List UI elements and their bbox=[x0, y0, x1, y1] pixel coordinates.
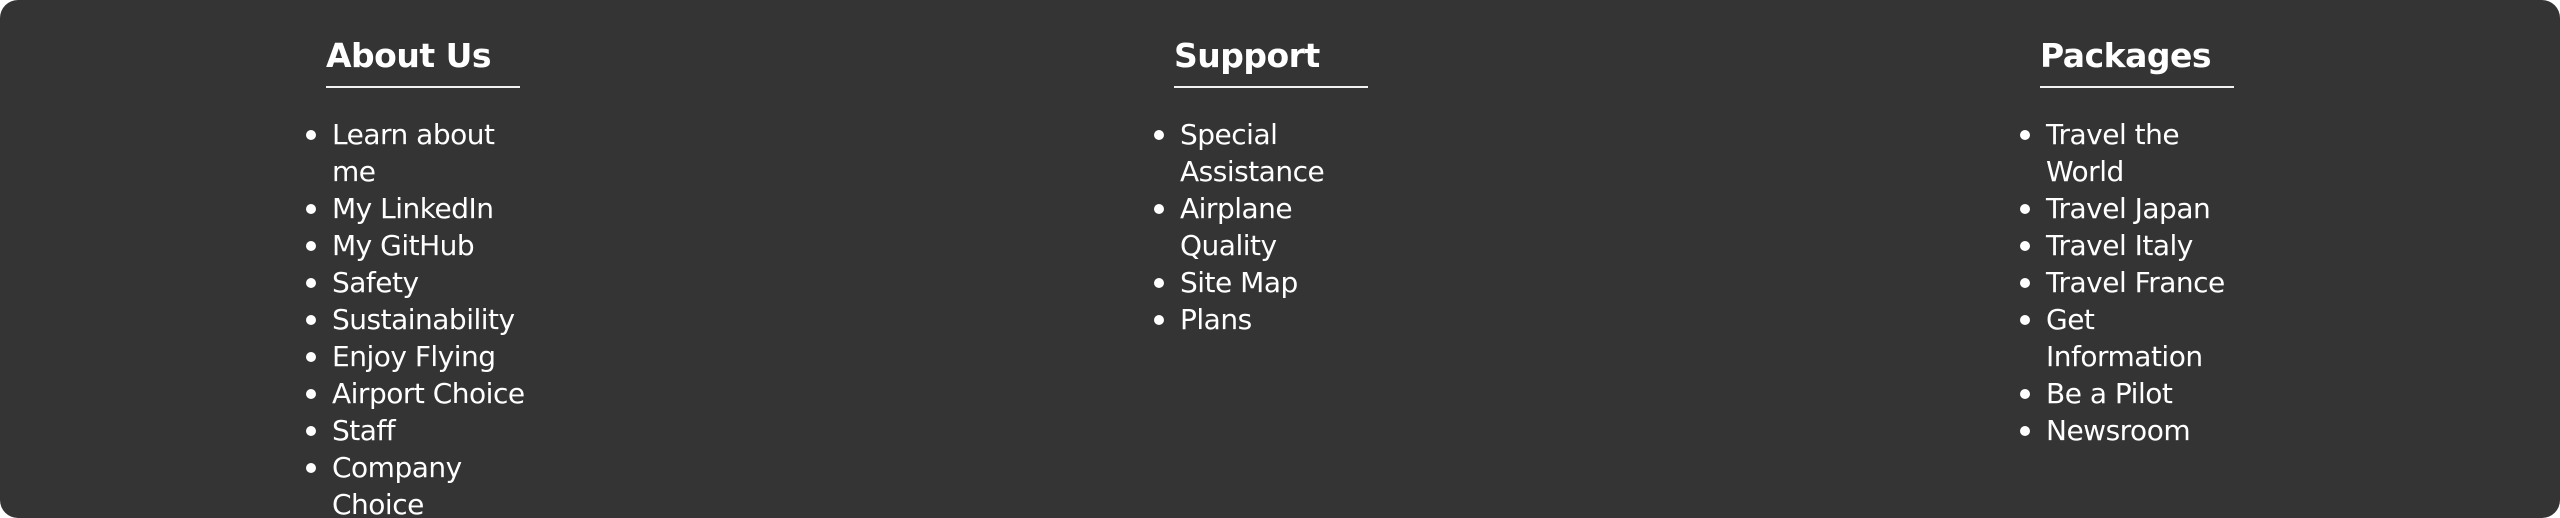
footer-column-about-us: About Us Learn about me My LinkedIn My G… bbox=[306, 0, 546, 518]
footer-link-sustainability[interactable]: Sustainability bbox=[306, 301, 532, 338]
footer-column-support: Support Special Assistance Airplane Qual… bbox=[1154, 0, 1394, 338]
footer-link-special-assistance[interactable]: Special Assistance bbox=[1154, 116, 1380, 190]
footer-link-be-a-pilot[interactable]: Be a Pilot bbox=[2020, 375, 2246, 412]
footer-link-my-github[interactable]: My GitHub bbox=[306, 227, 532, 264]
footer-link-site-map[interactable]: Site Map bbox=[1154, 264, 1380, 301]
footer-link-company-choice[interactable]: Company Choice bbox=[306, 449, 532, 518]
packages-links: Travel the World Travel Japan Travel Ita… bbox=[2020, 116, 2246, 449]
footer-link-airport-choice[interactable]: Airport Choice bbox=[306, 375, 532, 412]
footer-link-newsroom[interactable]: Newsroom bbox=[2020, 412, 2246, 449]
footer-link-airplane-quality[interactable]: Airplane Quality bbox=[1154, 190, 1380, 264]
footer-link-my-linkedin[interactable]: My LinkedIn bbox=[306, 190, 532, 227]
footer-link-plans[interactable]: Plans bbox=[1154, 301, 1380, 338]
footer-link-learn-about-me[interactable]: Learn about me bbox=[306, 116, 532, 190]
about-us-heading: About Us bbox=[326, 36, 520, 88]
footer-link-safety[interactable]: Safety bbox=[306, 264, 532, 301]
packages-heading: Packages bbox=[2040, 36, 2234, 88]
footer-link-travel-france[interactable]: Travel France bbox=[2020, 264, 2246, 301]
footer-link-travel-japan[interactable]: Travel Japan bbox=[2020, 190, 2246, 227]
footer-link-travel-the-world[interactable]: Travel the World bbox=[2020, 116, 2246, 190]
footer-column-packages: Packages Travel the World Travel Japan T… bbox=[2020, 0, 2260, 449]
footer-link-get-information[interactable]: Get Information bbox=[2020, 301, 2246, 375]
footer-link-travel-italy[interactable]: Travel Italy bbox=[2020, 227, 2246, 264]
site-footer: About Us Learn about me My LinkedIn My G… bbox=[0, 0, 2560, 518]
support-heading: Support bbox=[1174, 36, 1368, 88]
support-links: Special Assistance Airplane Quality Site… bbox=[1154, 116, 1380, 338]
footer-link-staff[interactable]: Staff bbox=[306, 412, 532, 449]
footer-link-enjoy-flying[interactable]: Enjoy Flying bbox=[306, 338, 532, 375]
about-us-links: Learn about me My LinkedIn My GitHub Saf… bbox=[306, 116, 532, 518]
